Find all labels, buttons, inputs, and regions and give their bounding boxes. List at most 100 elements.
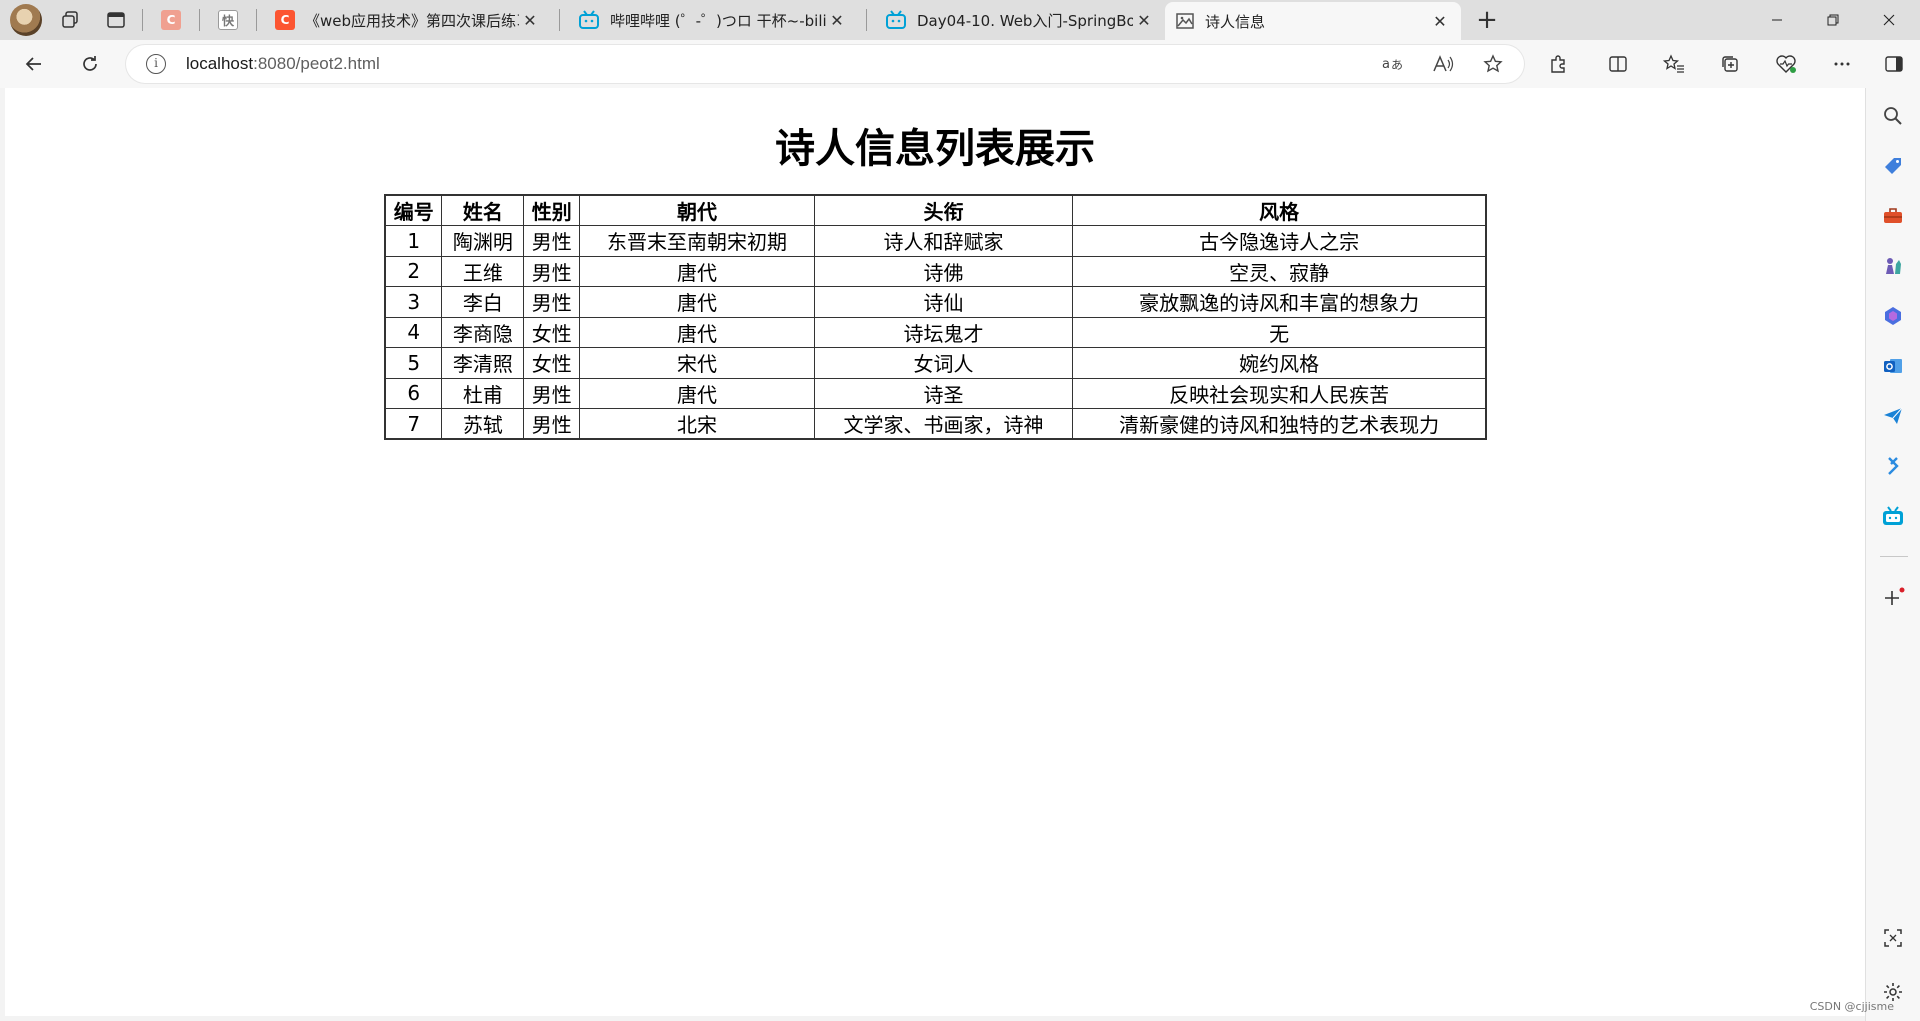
cell-title: 文学家、书画家，诗神	[813, 408, 1074, 440]
cell-style: 清新豪健的诗风和独特的艺术表现力	[1072, 408, 1487, 440]
bilibili-icon	[1883, 506, 1903, 525]
pinned-tab-1[interactable]: C	[151, 3, 191, 37]
cell-style: 古今隐逸诗人之宗	[1072, 225, 1487, 257]
sidebar-toggle-icon	[1885, 56, 1903, 72]
cell-title: 诗坛鬼才	[813, 316, 1074, 348]
cell-name: 李清照	[441, 347, 525, 379]
close-icon[interactable]: ✕	[519, 11, 541, 30]
send-icon	[1884, 407, 1903, 424]
cell-id: 3	[384, 286, 443, 318]
header-gender: 性别	[523, 194, 581, 226]
url-text[interactable]: localhost:8080/peot2.html	[186, 54, 380, 74]
screenshot-icon	[1884, 929, 1902, 947]
minimize-button[interactable]	[1754, 0, 1800, 40]
workspaces-button[interactable]	[52, 2, 88, 38]
cell-style: 无	[1072, 316, 1487, 348]
sidebar-separator	[1880, 556, 1908, 557]
cell-style: 空灵、寂静	[1072, 255, 1487, 287]
tab-title: 《web应用技术》第四次课后练习	[305, 11, 519, 30]
tab-web-homework[interactable]: C 《web应用技术》第四次课后练习 ✕	[265, 0, 551, 40]
sidebar-drop[interactable]	[1879, 402, 1907, 430]
new-tab-button[interactable]: +	[1467, 3, 1507, 37]
cell-title: 诗佛	[813, 255, 1074, 287]
heart-pulse-icon	[1776, 55, 1796, 73]
tab-poets-active[interactable]: 诗人信息 ✕	[1165, 2, 1461, 40]
close-icon[interactable]: ✕	[1429, 12, 1451, 31]
cell-gender: 男性	[523, 255, 581, 287]
header-id: 编号	[384, 194, 443, 226]
browser-essentials-button[interactable]	[1768, 46, 1804, 82]
sidebar-screenshot[interactable]	[1879, 924, 1907, 952]
tab-springboot[interactable]: Day04-10. Web入门-SpringBootWeb ✕	[875, 0, 1165, 40]
tab-strip: C 快 C 《web应用技术》第四次课后练习 ✕ 哔哩哔哩 (゜-゜)つロ 干杯…	[0, 0, 1920, 40]
cell-dynasty: 唐代	[579, 255, 815, 287]
tab-title: 诗人信息	[1205, 12, 1266, 31]
header-title: 头衔	[813, 194, 1074, 226]
workspaces-icon	[62, 11, 78, 28]
sidebar-toggle-button[interactable]	[1876, 46, 1912, 82]
vertical-tabs-button[interactable]	[98, 2, 134, 38]
favorite-star-icon[interactable]	[1480, 51, 1506, 77]
puzzle-icon	[1551, 55, 1565, 73]
table-header-row: 编号 姓名 性别 朝代 头衔 风格	[384, 194, 1487, 226]
favorites-button[interactable]	[1656, 46, 1692, 82]
favorites-list-icon	[1663, 54, 1684, 73]
restore-icon	[1827, 14, 1839, 26]
sidebar-shopping[interactable]	[1879, 152, 1907, 180]
csdn-watermark: CSDN @cjjisme	[1809, 1000, 1894, 1013]
sidebar-tools[interactable]	[1879, 202, 1907, 230]
chess-icon	[1886, 258, 1901, 274]
browser-toolbar: i localhost:8080/peot2.html aあ	[0, 40, 1920, 88]
extensions-button[interactable]	[1540, 46, 1576, 82]
sidebar-search[interactable]	[1879, 102, 1907, 130]
address-bar[interactable]: i localhost:8080/peot2.html aあ	[126, 45, 1524, 83]
tab-separator	[866, 9, 867, 31]
collections-button[interactable]	[1712, 46, 1748, 82]
close-icon[interactable]: ✕	[1133, 11, 1155, 30]
sidebar-copilot[interactable]	[1879, 302, 1907, 330]
tab-separator	[142, 9, 143, 31]
pinned-tab-2[interactable]: 快	[208, 3, 248, 37]
cell-name: 苏轼	[441, 408, 525, 440]
read-aloud-icon[interactable]	[1430, 51, 1456, 77]
cell-dynasty: 唐代	[579, 286, 815, 318]
sidebar-bilibili[interactable]	[1879, 502, 1907, 530]
cell-style: 婉约风格	[1072, 347, 1487, 379]
cell-gender: 男性	[523, 377, 581, 409]
back-button[interactable]	[16, 46, 52, 82]
bilibili-tv-icon	[886, 10, 906, 29]
cell-id: 5	[384, 347, 443, 379]
table-row: 4 李商隐 女性 唐代 诗坛鬼才 无	[384, 316, 1487, 348]
sidebar-app[interactable]	[1879, 452, 1907, 480]
restore-button[interactable]	[1810, 0, 1856, 40]
broken-image-icon	[1176, 13, 1194, 29]
cell-dynasty: 唐代	[579, 316, 815, 348]
table-row: 5 李清照 女性 宋代 女词人 婉约风格	[384, 347, 1487, 379]
poets-table: 编号 姓名 性别 朝代 头衔 风格 1 陶渊明 男性 东晋末至南朝宋初期 诗人和…	[384, 194, 1487, 440]
tab-bilibili[interactable]: 哔哩哔哩 (゜-゜)つロ 干杯~-bilibili ✕	[568, 0, 858, 40]
more-menu-button[interactable]	[1824, 46, 1860, 82]
sidebar-outlook[interactable]	[1879, 352, 1907, 380]
translate-icon[interactable]: aあ	[1380, 51, 1406, 77]
sidebar-games[interactable]	[1879, 252, 1907, 280]
tab-title: 哔哩哔哩 (゜-゜)つロ 干杯~-bilibili	[610, 11, 826, 30]
svg-text:あ: あ	[1391, 58, 1403, 72]
close-icon[interactable]: ✕	[826, 11, 848, 30]
cell-id: 4	[384, 316, 443, 348]
cell-name: 杜甫	[441, 377, 525, 409]
close-window-button[interactable]	[1866, 0, 1912, 40]
cell-style: 豪放飘逸的诗风和丰富的想象力	[1072, 286, 1487, 318]
drop-icon	[1888, 457, 1899, 475]
cell-dynasty: 唐代	[579, 377, 815, 409]
info-icon[interactable]: i	[146, 54, 166, 74]
sidebar-add-button[interactable]	[1879, 584, 1907, 612]
split-screen-button[interactable]	[1600, 46, 1636, 82]
page-title: 诗人信息列表展示	[775, 126, 1095, 172]
more-dots-icon	[1834, 62, 1850, 66]
table-row: 6 杜甫 男性 唐代 诗圣 反映社会现实和人民疾苦	[384, 377, 1487, 409]
tab-separator	[199, 9, 200, 31]
csdn-favicon-icon: C	[275, 10, 295, 30]
profile-avatar[interactable]	[10, 4, 42, 36]
cell-id: 2	[384, 255, 443, 287]
refresh-button[interactable]	[72, 46, 108, 82]
